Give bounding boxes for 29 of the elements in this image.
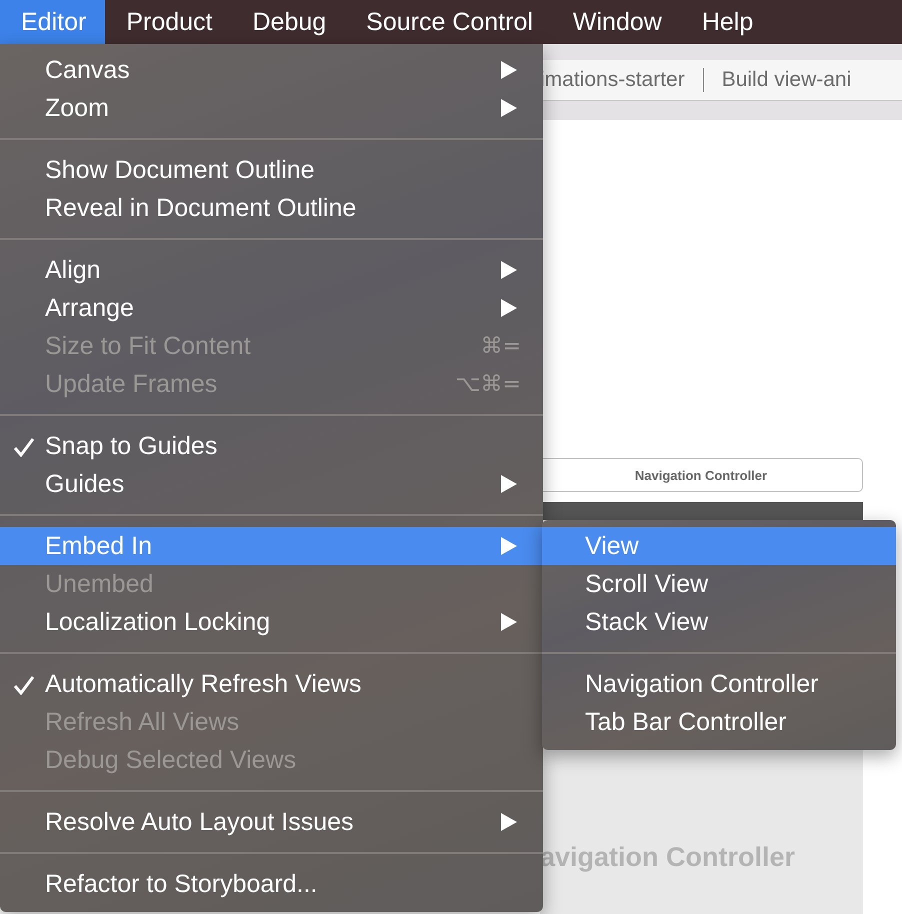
build-status: Build view-ani (722, 68, 852, 92)
menu-bar-item[interactable]: Editor (0, 0, 106, 44)
menu-item[interactable]: Canvas (0, 51, 543, 89)
menu-bar-item[interactable]: Product (105, 0, 232, 44)
menu-item[interactable]: Embed In (0, 527, 543, 565)
menu-item[interactable]: Snap to Guides (0, 427, 543, 465)
menu-item[interactable]: Arrange (0, 289, 543, 327)
menu-item[interactable]: Navigation Controller (542, 665, 896, 703)
menu-bar-item[interactable]: Source Control (345, 0, 552, 44)
menu-bar-item[interactable]: Debug (231, 0, 346, 44)
menu-item[interactable]: Refactor to Storyboard... (0, 865, 543, 903)
menu-item[interactable]: Stack View (542, 603, 896, 641)
menu-item[interactable]: Scroll View (542, 565, 896, 603)
menu-item[interactable]: Guides (0, 465, 543, 503)
keyboard-shortcut: ⌘= (480, 334, 521, 358)
scene-title-bar[interactable]: Navigation Controller (540, 458, 863, 492)
menu-item[interactable]: Automatically Refresh Views (0, 665, 543, 703)
menu-item[interactable]: Show Document Outline (0, 151, 543, 189)
menu-item[interactable]: Zoom (0, 89, 543, 127)
scheme-name[interactable]: imations-starter (540, 68, 685, 92)
menu-item[interactable]: Resolve Auto Layout Issues (0, 803, 543, 841)
menu-bar-item[interactable]: Window (552, 0, 681, 44)
menu-item[interactable]: View (542, 527, 896, 565)
menu-item[interactable]: Align (0, 251, 543, 289)
menu-bar-item[interactable]: Help (680, 0, 772, 44)
menu-item[interactable]: Localization Locking (0, 603, 543, 641)
keyboard-shortcut: ⌥⌘= (455, 372, 521, 396)
menu-item[interactable]: Tab Bar Controller (542, 703, 896, 741)
menu-item[interactable]: Reveal in Document Outline (0, 189, 543, 227)
